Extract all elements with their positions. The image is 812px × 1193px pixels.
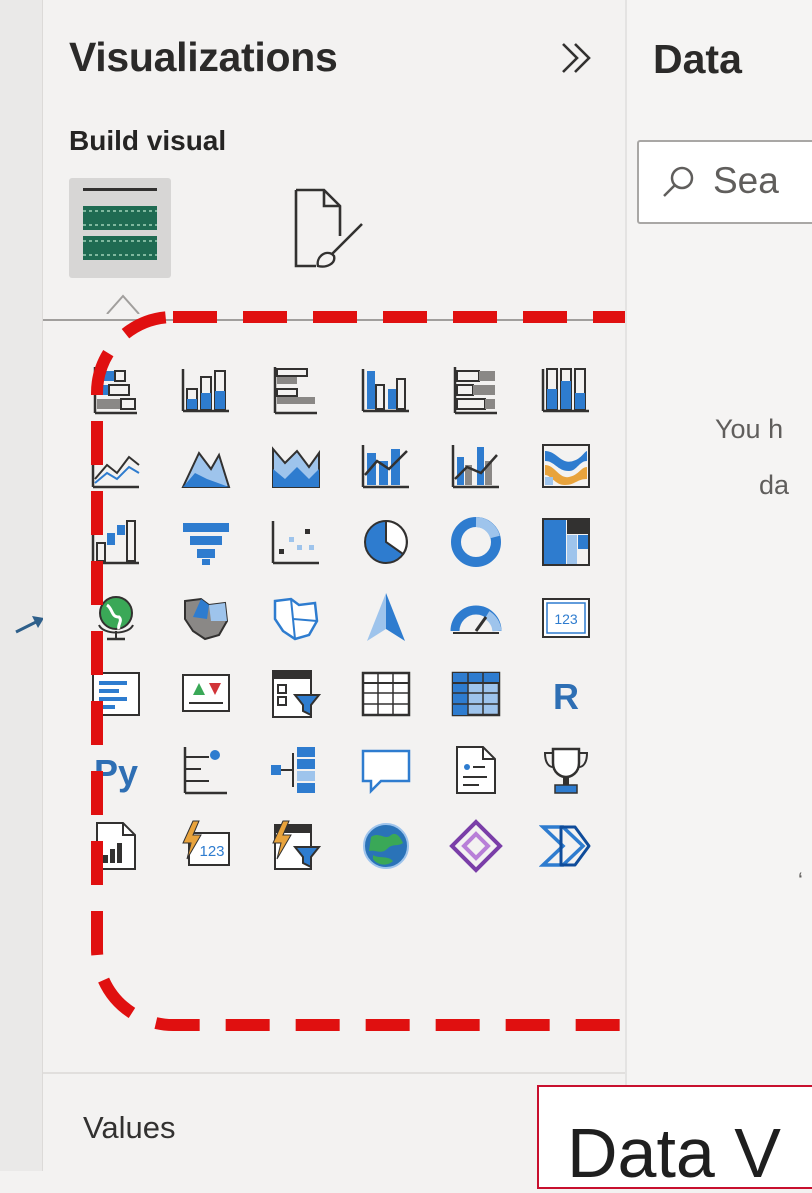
power-apps-icon[interactable] [431,808,521,884]
new-slicer-icon[interactable] [251,808,341,884]
smart-narrative-icon[interactable] [431,732,521,808]
tab-divider [43,319,625,321]
report-title-textbox[interactable]: Data V [537,1085,812,1192]
py-label: Py [94,752,138,793]
search-icon [663,166,694,197]
stacked-bar-chart-icon[interactable] [71,352,161,428]
qa-icon[interactable] [341,732,431,808]
build-visual-label: Build visual [69,125,227,156]
map-icon[interactable] [71,580,161,656]
report-title-text: Data V [567,1114,781,1192]
r-script-visual-icon[interactable]: R [521,656,611,732]
multi-row-card-icon[interactable] [71,656,161,732]
decomposition-tree-icon[interactable] [251,732,341,808]
area-chart-icon[interactable] [161,428,251,504]
build-visual-tab[interactable] [69,178,171,278]
pie-chart-icon[interactable] [341,504,431,580]
100-stacked-column-chart-icon[interactable] [521,352,611,428]
scatter-chart-icon[interactable] [251,504,341,580]
python-visual-icon[interactable]: Py [71,732,161,808]
pane-title: Visualizations [69,34,338,80]
slicer-icon[interactable] [251,656,341,732]
empty-state-text: You h [715,414,784,444]
r-label: R [553,676,579,717]
power-automate-icon[interactable] [521,808,611,884]
ribbon-chart-icon[interactable] [521,428,611,504]
treemap-icon[interactable] [521,504,611,580]
clustered-bar-chart-icon[interactable] [251,352,341,428]
selected-tab-indicator [106,294,140,314]
new-card-icon[interactable]: 123 [161,808,251,884]
line-chart-icon[interactable] [71,428,161,504]
data-search-box[interactable]: Sea [637,140,812,224]
gauge-icon[interactable] [431,580,521,656]
build-visual-icon [83,188,157,260]
left-edge-panel [0,0,44,1171]
data-pane: Data Sea You h da ‘ [627,0,812,1171]
partial-text: ‘ [798,868,803,893]
paginated-report-icon[interactable] [71,808,161,884]
arcgis-map-icon[interactable] [341,808,431,884]
kpi-icon[interactable] [161,656,251,732]
new-card-label: 123 [199,843,224,860]
line-and-stacked-column-chart-icon[interactable] [341,428,431,504]
stacked-area-chart-icon[interactable] [251,428,341,504]
data-pane-title: Data [653,36,742,82]
clustered-column-chart-icon[interactable] [341,352,431,428]
matrix-icon[interactable] [431,656,521,732]
stacked-column-chart-icon[interactable] [161,352,251,428]
table-icon[interactable] [341,656,431,732]
metrics-icon[interactable] [521,732,611,808]
empty-state-text-2: da [759,470,790,500]
azure-map-icon[interactable] [341,580,431,656]
donut-chart-icon[interactable] [431,504,521,580]
section-divider [43,1072,625,1074]
line-and-clustered-column-chart-icon[interactable] [431,428,521,504]
filled-map-icon[interactable] [161,580,251,656]
search-input[interactable]: Sea [713,160,779,202]
card-label: 123 [554,611,578,627]
funnel-icon[interactable] [161,504,251,580]
key-influencers-icon[interactable] [161,732,251,808]
100-stacked-bar-chart-icon[interactable] [431,352,521,428]
visualizations-pane: Visualizations Build visual 123 R Py 123… [43,0,711,1171]
visual-type-grid: 123 R Py 123 [71,352,611,884]
format-visual-icon[interactable] [288,186,368,274]
waterfall-chart-icon[interactable] [71,504,161,580]
shape-map-icon[interactable] [251,580,341,656]
values-well-label: Values [83,1110,176,1145]
collapse-pane-icon[interactable] [555,36,599,80]
card-icon[interactable]: 123 [521,580,611,656]
